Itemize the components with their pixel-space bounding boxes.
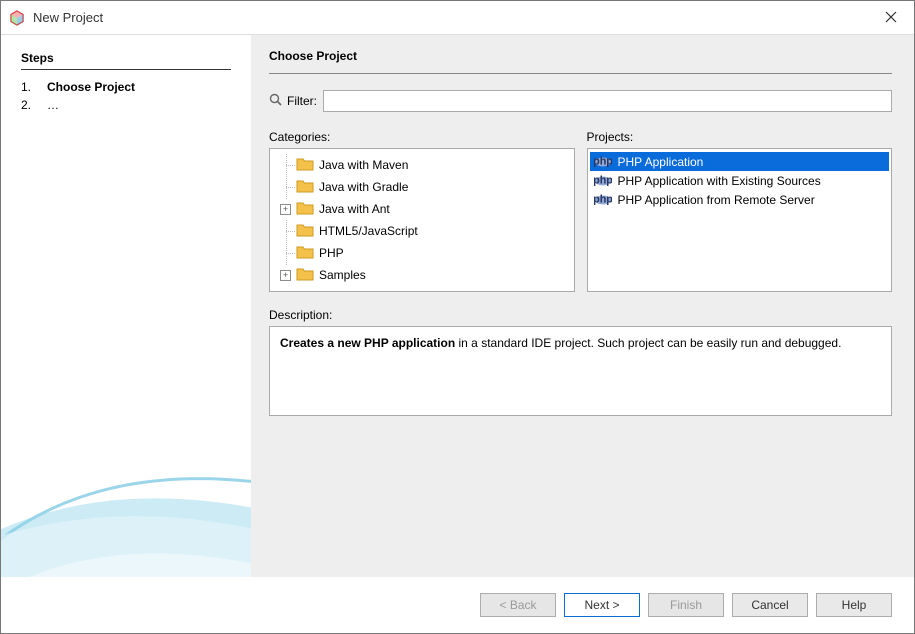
category-label: Java with Gradle [319, 180, 408, 194]
category-label: Java with Maven [319, 158, 408, 172]
category-label: Java with Ant [319, 202, 390, 216]
category-item-samples[interactable]: + Samples [274, 264, 570, 286]
php-icon: php [594, 174, 612, 188]
steps-sidebar: Steps 1. Choose Project 2. … [1, 35, 251, 577]
lists-row: Categories: Java with Maven Java with Gr… [269, 130, 892, 292]
expand-icon[interactable]: + [280, 270, 291, 281]
projects-label: Projects: [587, 130, 893, 144]
finish-button: Finish [648, 593, 724, 617]
description-block: Description: Creates a new PHP applicati… [269, 308, 892, 416]
category-item-java-ant[interactable]: + Java with Ant [274, 198, 570, 220]
categories-listbox[interactable]: Java with Maven Java with Gradle + Java … [269, 148, 575, 292]
titlebar: New Project [1, 1, 914, 35]
cancel-button[interactable]: Cancel [732, 593, 808, 617]
svg-text:php: php [594, 175, 612, 186]
folder-icon [296, 244, 314, 262]
button-bar: < Back Next > Finish Cancel Help [1, 577, 914, 633]
step-item: 2. … [21, 98, 231, 112]
expand-icon[interactable]: + [280, 204, 291, 215]
php-icon: php [594, 193, 612, 207]
filter-label-group: Filter: [269, 93, 317, 110]
categories-tree: Java with Maven Java with Gradle + Java … [270, 149, 574, 291]
projects-list: php PHP Application php PHP Application … [588, 149, 892, 212]
decor-swoosh [1, 337, 251, 577]
window-title: New Project [33, 10, 876, 25]
app-icon [9, 10, 25, 26]
step-item: 1. Choose Project [21, 80, 231, 94]
folder-icon [296, 178, 314, 196]
tree-connector [280, 226, 291, 237]
project-label: PHP Application from Remote Server [618, 193, 815, 207]
project-label: PHP Application with Existing Sources [618, 174, 821, 188]
help-button[interactable]: Help [816, 593, 892, 617]
back-button: < Back [480, 593, 556, 617]
tree-connector [280, 182, 291, 193]
filter-label: Filter: [287, 94, 317, 108]
description-box: Creates a new PHP application in a stand… [269, 326, 892, 416]
filter-row: Filter: [269, 90, 892, 112]
next-button[interactable]: Next > [564, 593, 640, 617]
svg-text:php: php [594, 156, 612, 167]
filter-input[interactable] [323, 90, 892, 112]
step-number: 1. [21, 80, 35, 94]
svg-text:php: php [594, 194, 612, 205]
categories-column: Categories: Java with Maven Java with Gr… [269, 130, 575, 292]
category-item-java-gradle[interactable]: Java with Gradle [274, 176, 570, 198]
tree-connector [280, 160, 291, 171]
category-label: PHP [319, 246, 344, 260]
folder-icon [296, 266, 314, 284]
steps-rule [21, 69, 231, 70]
project-label: PHP Application [618, 155, 704, 169]
project-item-php-existing[interactable]: php PHP Application with Existing Source… [590, 171, 890, 190]
folder-icon [296, 156, 314, 174]
description-label: Description: [269, 308, 892, 322]
folder-icon [296, 222, 314, 240]
category-item-html5js[interactable]: HTML5/JavaScript [274, 220, 570, 242]
step-label: Choose Project [47, 80, 135, 94]
tree-connector [280, 248, 291, 259]
content-pane: Choose Project Filter: Categories: [251, 35, 914, 577]
steps-list: 1. Choose Project 2. … [21, 80, 231, 112]
category-label: HTML5/JavaScript [319, 224, 418, 238]
step-label: … [47, 98, 59, 112]
projects-listbox[interactable]: php PHP Application php PHP Application … [587, 148, 893, 292]
projects-column: Projects: php PHP Application php PHP Ap… [587, 130, 893, 292]
project-item-php-remote[interactable]: php PHP Application from Remote Server [590, 190, 890, 209]
close-button[interactable] [876, 10, 906, 26]
category-label: Samples [319, 268, 366, 282]
folder-icon [296, 200, 314, 218]
search-icon [269, 93, 283, 110]
category-item-java-maven[interactable]: Java with Maven [274, 154, 570, 176]
step-number: 2. [21, 98, 35, 112]
categories-label: Categories: [269, 130, 575, 144]
description-lead: Creates a new PHP application [280, 336, 455, 350]
project-item-php-app[interactable]: php PHP Application [590, 152, 890, 171]
main-area: Steps 1. Choose Project 2. … Choose Proj… [1, 35, 914, 577]
pane-rule [269, 73, 892, 74]
category-item-php[interactable]: PHP [274, 242, 570, 264]
steps-heading: Steps [21, 51, 231, 65]
pane-heading: Choose Project [269, 49, 892, 63]
php-icon: php [594, 155, 612, 169]
description-rest: in a standard IDE project. Such project … [455, 336, 841, 350]
